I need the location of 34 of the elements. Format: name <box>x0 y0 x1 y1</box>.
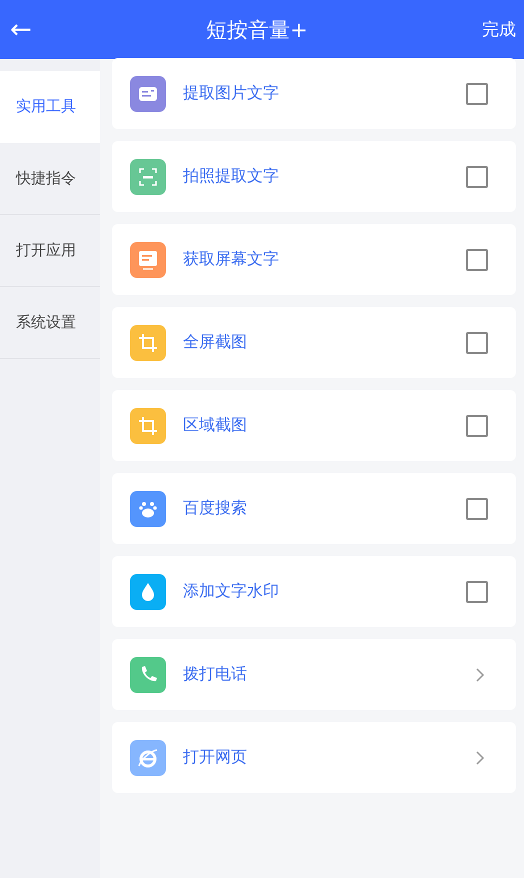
action-card[interactable]: 添加文字水印 <box>112 556 516 627</box>
action-card[interactable]: 拨打电话 <box>112 639 516 710</box>
action-card[interactable]: 全屏截图 <box>112 307 516 378</box>
sidebar-tab[interactable]: 快捷指令 <box>0 143 100 215</box>
sidebar-tab[interactable]: 实用工具 <box>0 71 100 143</box>
done-button[interactable]: 完成 <box>482 18 516 41</box>
action-card[interactable]: 获取屏幕文字 <box>112 224 516 295</box>
sidebar-tab[interactable]: 打开应用 <box>0 215 100 287</box>
action-label: 全屏截图 <box>183 332 248 353</box>
page-title: 短按音量+ <box>205 16 309 44</box>
checkbox[interactable] <box>466 248 488 270</box>
action-card[interactable]: 百度搜索 <box>112 473 516 544</box>
action-card[interactable]: 提取图片文字 <box>112 58 516 129</box>
checkbox[interactable] <box>466 414 488 436</box>
action-label: 添加文字水印 <box>183 581 280 602</box>
action-label: 区域截图 <box>183 415 248 436</box>
sidebar-tab[interactable]: 系统设置 <box>0 287 100 359</box>
back-button[interactable]: ← <box>10 16 32 42</box>
action-card[interactable]: 拍照提取文字 <box>112 141 516 212</box>
action-card[interactable]: 区域截图 <box>112 390 516 461</box>
checkbox[interactable] <box>466 166 488 188</box>
chevron-right-icon <box>475 668 485 682</box>
checkbox[interactable] <box>466 498 488 520</box>
action-label: 拍照提取文字 <box>183 166 280 187</box>
action-label: 百度搜索 <box>183 498 248 519</box>
action-label: 拨打电话 <box>183 664 248 685</box>
checkbox[interactable] <box>466 82 488 104</box>
action-label: 获取屏幕文字 <box>183 249 280 270</box>
chevron-right-icon <box>475 750 485 764</box>
action-card[interactable]: 打开网页 <box>112 722 516 793</box>
checkbox[interactable] <box>466 332 488 354</box>
checkbox[interactable] <box>466 580 488 602</box>
action-label: 提取图片文字 <box>183 83 280 104</box>
action-label: 打开网页 <box>183 747 248 768</box>
